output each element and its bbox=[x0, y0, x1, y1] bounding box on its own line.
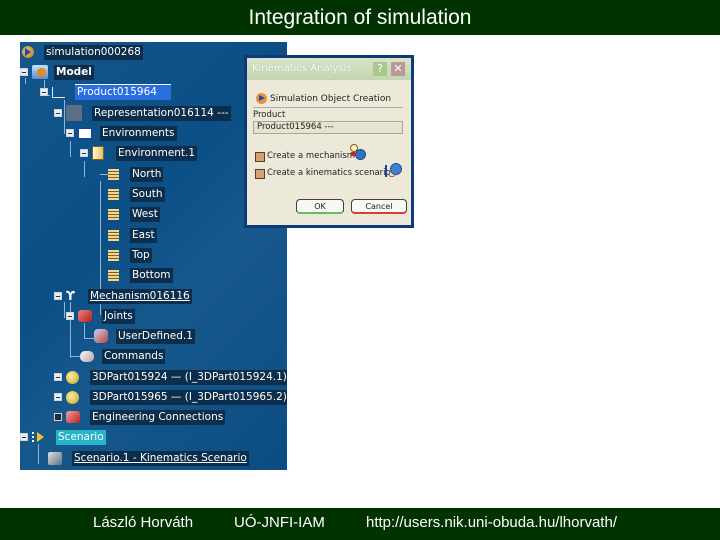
section-label: Simulation Object Creation bbox=[270, 94, 392, 104]
tree-item-east[interactable]: East bbox=[108, 227, 157, 243]
help-button[interactable]: ? bbox=[373, 62, 387, 76]
help-icon: ? bbox=[377, 62, 383, 75]
commands-icon bbox=[80, 350, 94, 362]
kinematics-scenario-icon bbox=[48, 451, 62, 465]
tree-connector bbox=[84, 323, 85, 339]
tree-connector bbox=[38, 444, 39, 464]
mechanism-gear-icon bbox=[350, 144, 366, 160]
joints-icon bbox=[78, 310, 92, 322]
collapse-toggle[interactable] bbox=[66, 312, 74, 320]
collapse-toggle[interactable] bbox=[54, 292, 62, 300]
tree-item-simulation[interactable]: simulation000268 bbox=[22, 44, 143, 60]
ok-button[interactable]: OK bbox=[296, 199, 344, 214]
tree-item-scenario[interactable]: Scenario bbox=[20, 429, 106, 445]
tree-item-engineering-connections[interactable]: Engineering Connections bbox=[54, 409, 226, 425]
wall-icon bbox=[108, 249, 119, 261]
tree-item-representation[interactable]: Representation016114 --- bbox=[54, 105, 231, 121]
tree-item-environments[interactable]: Environments bbox=[66, 125, 177, 141]
dialog-body: Kinematics Analysis ? ✕ Simulation Objec… bbox=[247, 58, 411, 225]
tree-item-west[interactable]: West bbox=[108, 206, 160, 222]
wall-icon bbox=[108, 188, 119, 200]
environments-icon bbox=[78, 127, 92, 139]
collapse-toggle[interactable] bbox=[20, 433, 28, 441]
collapse-toggle[interactable] bbox=[66, 129, 74, 137]
tree-item-bottom[interactable]: Bottom bbox=[108, 267, 173, 283]
product-label: Product bbox=[253, 110, 286, 120]
kinematics-analysis-dialog: Kinematics Analysis ? ✕ Simulation Objec… bbox=[244, 55, 414, 228]
tree-connector bbox=[84, 161, 85, 177]
part-icon bbox=[66, 390, 79, 404]
wall-icon bbox=[108, 229, 119, 241]
collapse-toggle[interactable] bbox=[40, 88, 48, 96]
create-mechanism-checkbox[interactable] bbox=[255, 152, 265, 162]
close-icon: ✕ bbox=[393, 62, 403, 75]
collapse-toggle[interactable] bbox=[80, 149, 88, 157]
collapse-toggle[interactable] bbox=[20, 68, 28, 76]
wall-icon bbox=[108, 168, 119, 180]
dialog-title: Kinematics Analysis bbox=[252, 63, 352, 74]
simulation-icon bbox=[22, 46, 34, 58]
footer-url[interactable]: http://users.nik.uni-obuda.hu/lhorvath/ bbox=[366, 508, 617, 538]
tree-item-mechanism[interactable]: ϒ Mechanism016116 bbox=[54, 288, 192, 304]
product-field[interactable]: Product015964 --- bbox=[253, 121, 403, 134]
tree-item-3dpart-015924[interactable]: 3DPart015924 — (I_3DPart015924.1) bbox=[54, 369, 287, 385]
tree-item-top[interactable]: Top bbox=[108, 247, 152, 263]
wall-icon bbox=[108, 208, 119, 220]
environment-icon bbox=[92, 146, 104, 160]
create-kinematics-scenario-checkbox[interactable] bbox=[255, 169, 265, 179]
tree-item-north[interactable]: North bbox=[108, 166, 164, 182]
tree-item-scenario-1[interactable]: Scenario.1 - Kinematics Scenario bbox=[48, 450, 249, 466]
tree-item-product[interactable]: Product015964 bbox=[40, 84, 171, 100]
collapse-toggle[interactable] bbox=[54, 109, 62, 117]
close-button[interactable]: ✕ bbox=[391, 62, 405, 76]
part-icon bbox=[66, 370, 79, 384]
tree-item-3dpart-015965[interactable]: 3DPart015965 — (I_3DPart015965.2) bbox=[54, 389, 287, 405]
mechanism-icon: ϒ bbox=[66, 289, 75, 303]
footer-institution: UÓ-JNFI-IAM bbox=[234, 514, 325, 531]
section-divider bbox=[253, 107, 403, 108]
collapse-toggle[interactable] bbox=[54, 373, 62, 381]
slide-footer: László Horváth UÓ-JNFI-IAM http://users.… bbox=[0, 508, 720, 540]
representation-icon bbox=[66, 105, 82, 121]
tree-item-commands[interactable]: Commands bbox=[80, 348, 166, 364]
create-kinematics-scenario-label: Create a kinematics scenario bbox=[267, 168, 391, 178]
simulation-object-icon bbox=[256, 93, 267, 104]
tree-connector bbox=[70, 141, 71, 157]
tree-connector bbox=[100, 174, 108, 175]
wall-icon bbox=[108, 269, 119, 281]
scenario-icon bbox=[32, 431, 44, 443]
connections-icon bbox=[66, 411, 80, 423]
collapse-toggle[interactable] bbox=[54, 393, 62, 401]
tree-item-environment-1[interactable]: Environment.1 bbox=[80, 145, 198, 161]
tree-connector bbox=[64, 302, 65, 318]
tree-item-south[interactable]: South bbox=[108, 186, 165, 202]
model-icon bbox=[32, 65, 48, 79]
kinematics-scenario-icon bbox=[385, 162, 402, 178]
collapse-toggle[interactable] bbox=[54, 413, 62, 421]
tree-item-userdefined-1[interactable]: UserDefined.1 bbox=[94, 328, 195, 344]
cancel-button[interactable]: Cancel bbox=[351, 199, 407, 214]
tree-connector bbox=[84, 338, 94, 339]
footer-author: László Horváth bbox=[93, 514, 194, 531]
tree-item-joints[interactable]: Joints bbox=[66, 308, 135, 324]
joint-icon bbox=[94, 329, 108, 343]
slide-title: Integration of simulation bbox=[0, 0, 720, 35]
tree-item-model[interactable]: Model bbox=[20, 64, 94, 80]
product-icon bbox=[52, 86, 65, 98]
create-mechanism-label: Create a mechanism bbox=[267, 151, 356, 161]
